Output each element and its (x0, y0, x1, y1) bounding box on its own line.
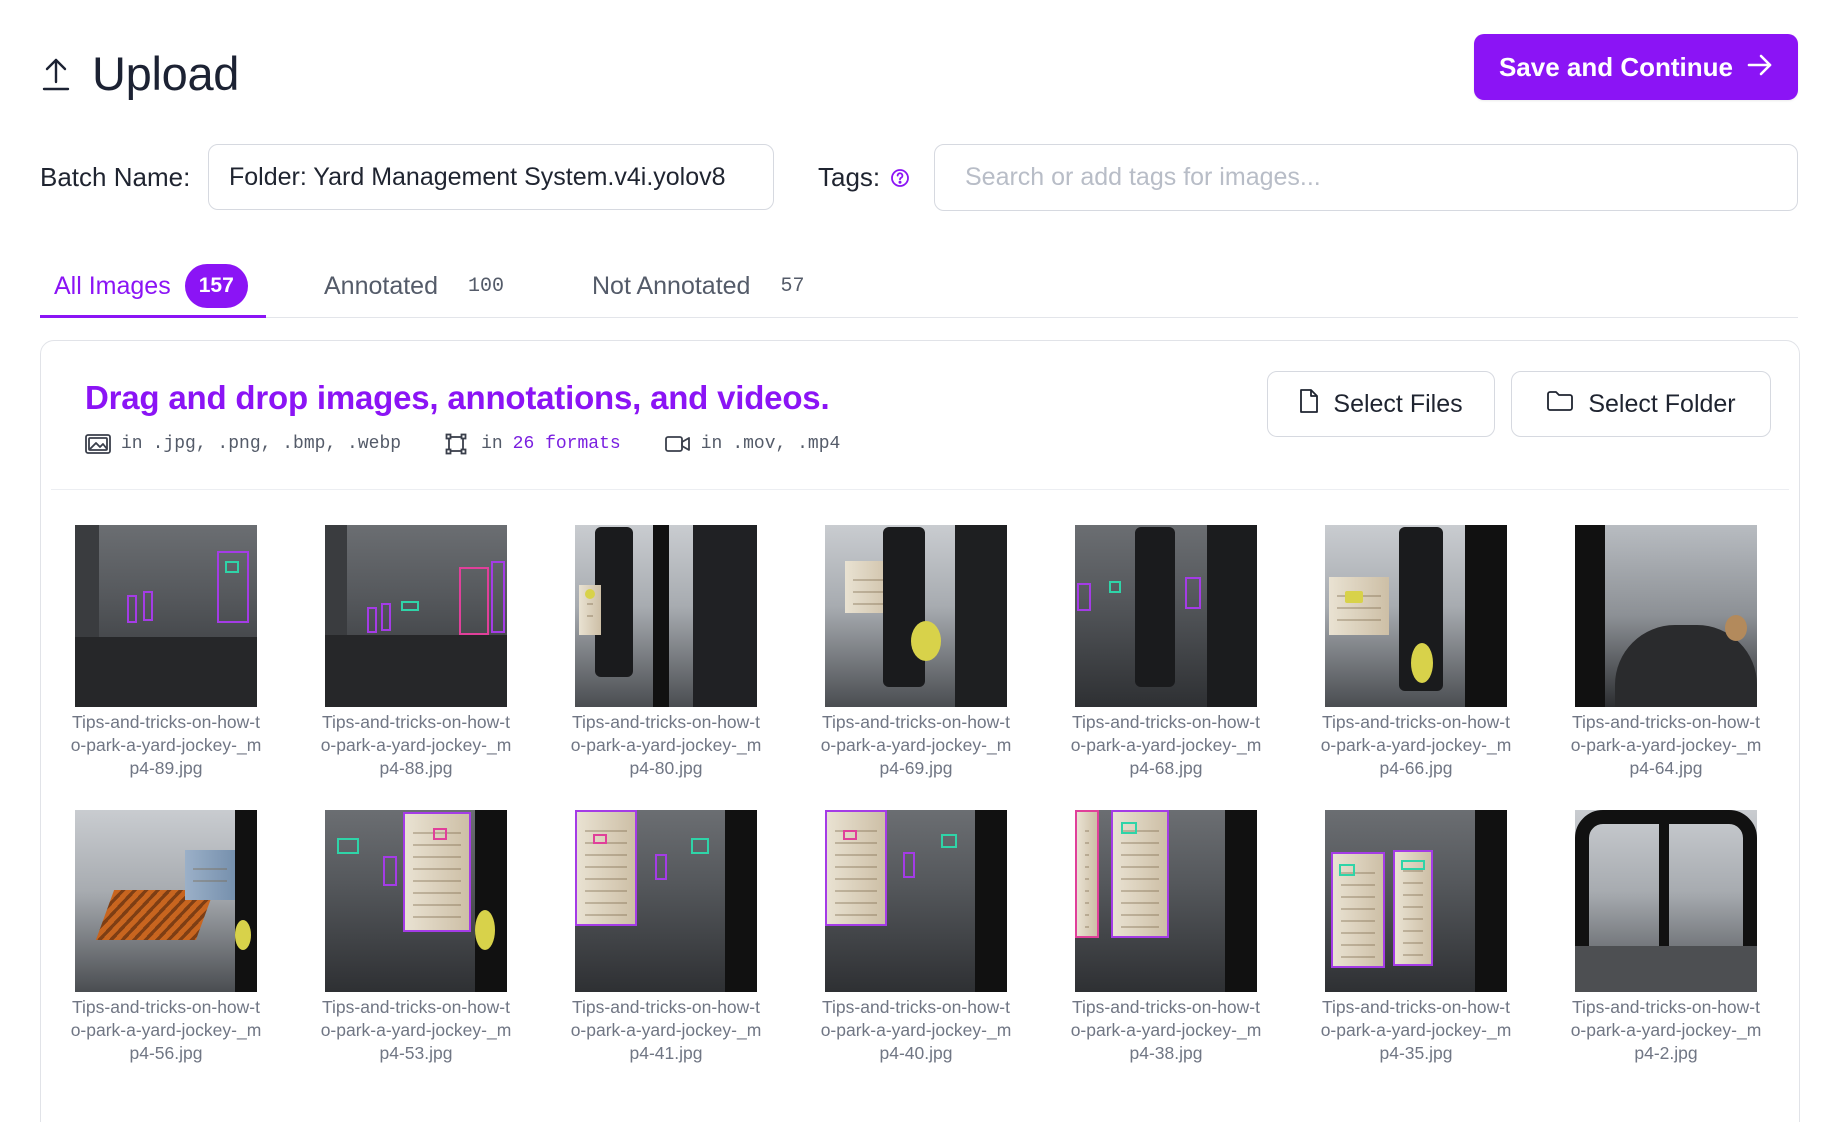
select-files-button[interactable]: Select Files (1267, 371, 1495, 437)
image-filename: Tips-and-tricks-on-how-to-park-a-yard-jo… (1570, 712, 1762, 778)
image-filename: Tips-and-tricks-on-how-to-park-a-yard-jo… (320, 997, 512, 1063)
image-card[interactable]: Tips-and-tricks-on-how-to-park-a-yard-jo… (1571, 525, 1761, 780)
tab-label: Not Annotated (592, 271, 751, 300)
page-title: Upload (92, 47, 240, 100)
image-thumbnail[interactable] (1575, 525, 1757, 707)
folder-icon (1546, 390, 1574, 419)
tab-count: 57 (780, 274, 805, 298)
page-header: Upload (40, 46, 239, 101)
tags-label: Tags: (818, 162, 881, 192)
upload-dropzone[interactable]: Drag and drop images, annotations, and v… (40, 340, 1800, 1122)
image-card[interactable]: Tips-and-tricks-on-how-to-park-a-yard-jo… (71, 810, 261, 1065)
image-thumbnail[interactable] (1575, 810, 1757, 992)
image-filename: Tips-and-tricks-on-how-to-park-a-yard-jo… (1570, 997, 1762, 1063)
tab-annotated[interactable]: Annotated 100 (324, 254, 504, 318)
image-card[interactable]: Tips-and-tricks-on-how-to-park-a-yard-jo… (1071, 810, 1261, 1065)
image-thumbnail[interactable] (1075, 525, 1257, 707)
tab-label: All Images (54, 271, 171, 300)
tab-not-annotated[interactable]: Not Annotated 57 (592, 254, 804, 318)
image-filter-tabs: All Images 157 Annotated 100 Not Annotat… (40, 254, 1798, 318)
image-filename: Tips-and-tricks-on-how-to-park-a-yard-jo… (1320, 712, 1512, 778)
active-tab-indicator (40, 315, 266, 318)
image-card[interactable]: Tips-and-tricks-on-how-to-park-a-yard-jo… (821, 810, 1011, 1065)
image-thumbnail[interactable] (325, 525, 507, 707)
image-filename: Tips-and-tricks-on-how-to-park-a-yard-jo… (570, 712, 762, 778)
annotation-formats-link[interactable]: 26 formats (513, 434, 621, 454)
upload-icon (40, 54, 72, 94)
image-card[interactable]: Tips-and-tricks-on-how-to-park-a-yard-jo… (71, 525, 261, 780)
help-circle-icon[interactable] (890, 168, 910, 188)
tab-label: Annotated (324, 271, 438, 300)
image-thumbnail[interactable] (1325, 525, 1507, 707)
select-folder-button[interactable]: Select Folder (1511, 371, 1771, 437)
tab-count-badge: 157 (184, 264, 248, 308)
arrow-right-icon (1747, 52, 1773, 83)
tab-count: 100 (468, 274, 505, 298)
image-thumbnail[interactable] (1325, 810, 1507, 992)
image-card[interactable]: Tips-and-tricks-on-how-to-park-a-yard-jo… (1321, 810, 1511, 1065)
batch-name-input[interactable] (208, 144, 774, 210)
image-thumbnail[interactable] (75, 810, 257, 992)
divider (51, 489, 1789, 490)
bounding-box-icon (445, 433, 471, 455)
image-thumbnail[interactable] (75, 525, 257, 707)
image-filename: Tips-and-tricks-on-how-to-park-a-yard-jo… (1070, 997, 1262, 1063)
image-filename: Tips-and-tricks-on-how-to-park-a-yard-jo… (820, 712, 1012, 778)
image-icon (85, 433, 111, 455)
tab-all-images[interactable]: All Images 157 (54, 254, 248, 318)
image-card[interactable]: Tips-and-tricks-on-how-to-park-a-yard-jo… (1071, 525, 1261, 780)
dropzone-title: Drag and drop images, annotations, and v… (85, 379, 830, 416)
image-card[interactable]: Tips-and-tricks-on-how-to-park-a-yard-jo… (821, 525, 1011, 780)
annotation-formats: in 26 formats (445, 433, 621, 455)
image-filename: Tips-and-tricks-on-how-to-park-a-yard-jo… (820, 997, 1012, 1063)
image-thumbnail[interactable] (575, 525, 757, 707)
image-thumbnail[interactable] (325, 810, 507, 992)
save-button-label: Save and Continue (1498, 51, 1734, 82)
image-card[interactable]: Tips-and-tricks-on-how-to-park-a-yard-jo… (321, 810, 511, 1065)
tags-search-input[interactable] (934, 144, 1798, 211)
image-thumbnail[interactable] (825, 810, 1007, 992)
image-thumbnail[interactable] (575, 810, 757, 992)
image-card[interactable]: Tips-and-tricks-on-how-to-park-a-yard-jo… (571, 810, 761, 1065)
image-card[interactable]: Tips-and-tricks-on-how-to-park-a-yard-jo… (1571, 810, 1761, 1065)
image-filename: Tips-and-tricks-on-how-to-park-a-yard-jo… (1070, 712, 1262, 778)
video-icon (664, 433, 691, 455)
image-filename: Tips-and-tricks-on-how-to-park-a-yard-jo… (1320, 997, 1512, 1063)
image-filename: Tips-and-tricks-on-how-to-park-a-yard-jo… (570, 997, 762, 1063)
file-icon (1299, 388, 1319, 421)
video-format-list: .mov, .mp4 (732, 434, 841, 454)
image-formats: in .jpg, .png, .bmp, .webp (85, 433, 401, 455)
supported-formats: in .jpg, .png, .bmp, .webp in 26 formats (85, 433, 884, 455)
image-card[interactable]: Tips-and-tricks-on-how-to-park-a-yard-jo… (1321, 525, 1511, 780)
image-filename: Tips-and-tricks-on-how-to-park-a-yard-jo… (70, 712, 262, 778)
batch-name-label: Batch Name: (40, 162, 191, 192)
image-filename: Tips-and-tricks-on-how-to-park-a-yard-jo… (320, 712, 512, 778)
image-thumbnail[interactable] (825, 525, 1007, 707)
tags-label-group: Tags: (818, 162, 910, 193)
image-format-list: .jpg, .png, .bmp, .webp (152, 434, 402, 454)
image-card[interactable]: Tips-and-tricks-on-how-to-park-a-yard-jo… (321, 525, 511, 780)
video-formats: in .mov, .mp4 (664, 433, 841, 455)
image-card[interactable]: Tips-and-tricks-on-how-to-park-a-yard-jo… (571, 525, 761, 780)
select-files-label: Select Files (1333, 389, 1463, 418)
image-thumbnail[interactable] (1075, 810, 1257, 992)
save-and-continue-button[interactable]: Save and Continue (1474, 34, 1798, 100)
image-filename: Tips-and-tricks-on-how-to-park-a-yard-jo… (70, 997, 262, 1063)
image-grid: Tips-and-tricks-on-how-to-park-a-yard-jo… (71, 525, 1761, 1065)
select-folder-label: Select Folder (1588, 389, 1736, 418)
